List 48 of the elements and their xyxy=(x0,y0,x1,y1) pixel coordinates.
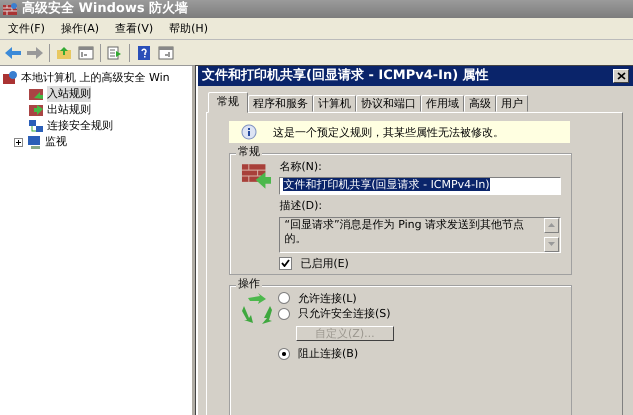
enabled-checkbox[interactable] xyxy=(279,256,292,270)
radio-button[interactable] xyxy=(278,308,290,320)
info-text: 这是一个预定义规则，其某些属性无法被修改。 xyxy=(273,126,504,139)
radio-button[interactable] xyxy=(278,292,290,304)
name-label: 名称(N): xyxy=(279,160,323,174)
firewall-icon xyxy=(2,70,18,86)
group-title: 操作 xyxy=(236,276,262,290)
group-title: 常规 xyxy=(236,145,262,158)
dialog-title: 文件和打印机共享(回显请求 - ICMPv4-In) 属性 xyxy=(202,68,489,84)
tree-item[interactable]: 出站规则 xyxy=(47,102,91,118)
close-icon xyxy=(616,72,626,80)
tab[interactable]: 用户 xyxy=(496,95,528,112)
menu-item[interactable]: 文件(F) xyxy=(0,18,53,39)
menu-item[interactable]: 帮助(H) xyxy=(161,18,216,39)
tab[interactable]: 常规 xyxy=(208,92,248,114)
up-arrow-icon xyxy=(548,223,556,228)
description-label: 描述(D): xyxy=(279,199,324,213)
description-field[interactable]: “回显请求”消息是作为 Ping 请求发送到其他节点的。 xyxy=(279,216,561,253)
window-title: 高级安全 Windows 防火墙 xyxy=(22,1,188,17)
radio-label: 只允许安全连接(S) xyxy=(298,306,391,320)
recycle-arrows-icon xyxy=(240,292,274,326)
tab[interactable]: 协议和端口 xyxy=(356,95,421,112)
menu-item[interactable]: 操作(A) xyxy=(52,18,108,39)
tree-item[interactable]: 连接安全规则 xyxy=(47,118,113,134)
tree-item[interactable]: 监视 xyxy=(45,134,67,150)
tab[interactable]: 高级 xyxy=(464,95,496,112)
menu-item[interactable]: 查看(V) xyxy=(107,18,162,39)
radio-label: 允许连接(L) xyxy=(298,292,357,305)
tree-item[interactable]: 入站规则 xyxy=(47,86,91,102)
scroll-up-button[interactable] xyxy=(544,218,560,233)
tab[interactable]: 计算机 xyxy=(313,95,356,112)
info-icon xyxy=(241,124,257,140)
check-icon xyxy=(281,259,290,268)
radio-label: 阻止连接(B) xyxy=(298,347,358,360)
tab[interactable]: 程序和服务 xyxy=(248,95,313,112)
network-icon xyxy=(28,118,44,134)
tab[interactable]: 作用域 xyxy=(421,95,464,112)
enabled-label: 已启用(E) xyxy=(300,256,349,270)
close-button[interactable] xyxy=(613,69,629,83)
firewall-icon xyxy=(2,2,18,16)
expand-toggle[interactable] xyxy=(14,138,23,146)
plus-icon xyxy=(16,140,21,144)
monitor-icon xyxy=(26,134,42,150)
scroll-down-button[interactable] xyxy=(544,236,560,252)
radio-button[interactable] xyxy=(278,348,290,360)
down-arrow-icon xyxy=(548,242,556,246)
name-field[interactable]: 文件和打印机共享(回显请求 - ICMPv4-In) xyxy=(279,177,561,196)
tree-item[interactable]: 本地计算机 上的高级安全 Win xyxy=(21,70,170,86)
